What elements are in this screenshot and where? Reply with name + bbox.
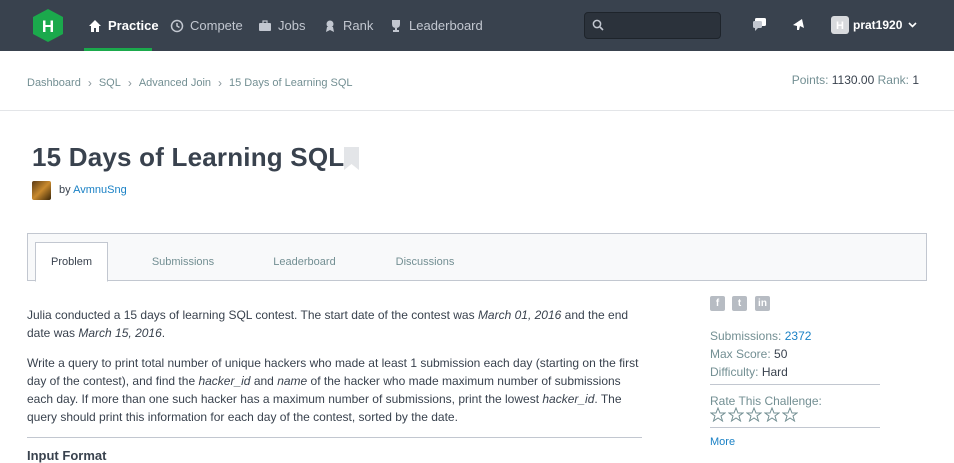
- search-icon: [592, 19, 604, 31]
- avatar: H: [831, 16, 849, 34]
- nav-jobs-label: Jobs: [278, 18, 306, 33]
- author-avatar[interactable]: [32, 181, 51, 200]
- section-divider: [27, 437, 642, 438]
- star-icon[interactable]: [746, 407, 762, 422]
- rating-stars[interactable]: [710, 407, 798, 422]
- notifications-icon[interactable]: [791, 16, 807, 32]
- max-score-stat: Max Score: 50: [710, 347, 787, 361]
- submissions-stat: Submissions: 2372: [710, 329, 811, 343]
- breadcrumb: Dashboard › SQL › Advanced Join › 15 Day…: [27, 76, 353, 90]
- submissions-link[interactable]: 2372: [785, 329, 812, 343]
- nav-compete-label: Compete: [190, 18, 243, 33]
- bookmark-icon[interactable]: [344, 147, 359, 170]
- difficulty-label: Difficulty:: [710, 365, 759, 379]
- twitter-icon[interactable]: t: [732, 296, 747, 311]
- nav-compete[interactable]: Compete: [170, 0, 243, 51]
- facebook-icon[interactable]: f: [710, 296, 725, 311]
- user-stats: Points: 1130.00 Rank: 1: [792, 73, 919, 87]
- chevron-down-icon: [908, 22, 917, 28]
- star-icon[interactable]: [728, 407, 744, 422]
- problem-paragraph: Write a query to print total number of u…: [27, 356, 639, 424]
- nav-jobs[interactable]: Jobs: [258, 0, 305, 51]
- star-icon[interactable]: [764, 407, 780, 422]
- breadcrumb-separator-icon: ›: [218, 76, 223, 90]
- breadcrumb-separator-icon: ›: [87, 76, 92, 90]
- tab-leaderboard[interactable]: Leaderboard: [258, 242, 351, 282]
- breadcrumb-bar: Dashboard › SQL › Advanced Join › 15 Day…: [0, 51, 954, 111]
- nav-practice-label: Practice: [108, 18, 159, 33]
- problem-statement: Julia conducted a 15 days of learning SQ…: [27, 306, 647, 438]
- by-label: by: [59, 184, 71, 196]
- linkedin-icon[interactable]: in: [755, 296, 770, 311]
- breadcrumb-dashboard[interactable]: Dashboard: [27, 77, 81, 89]
- byline: by AvmnuSng: [59, 184, 127, 196]
- user-menu[interactable]: H prat1920: [831, 15, 917, 35]
- svg-text:H: H: [42, 17, 54, 36]
- nav-leaderboard-label: Leaderboard: [409, 18, 483, 33]
- difficulty-value: Hard: [761, 365, 788, 379]
- max-score-label: Max Score:: [710, 347, 771, 361]
- hackerrank-logo-icon[interactable]: H: [33, 9, 63, 42]
- svg-text:H: H: [836, 20, 844, 31]
- difficulty-stat: Difficulty: Hard: [710, 365, 788, 379]
- points-value: 1130.00: [831, 73, 875, 87]
- messages-icon[interactable]: [752, 16, 768, 32]
- points-label: Points:: [791, 73, 829, 87]
- sidebar-divider: [710, 384, 880, 385]
- nav-rank[interactable]: Rank: [323, 0, 373, 51]
- nav-leaderboard[interactable]: Leaderboard: [389, 0, 483, 51]
- nav-rank-label: Rank: [343, 18, 374, 33]
- nav-practice[interactable]: Practice: [88, 0, 159, 51]
- submissions-label: Submissions:: [710, 329, 782, 343]
- page-title: 15 Days of Learning SQL: [32, 142, 345, 172]
- medal-icon: [326, 20, 334, 32]
- rank-label: Rank:: [877, 73, 909, 87]
- author-link[interactable]: AvmnuSng: [73, 184, 127, 196]
- username: prat1920: [853, 18, 903, 32]
- tab-problem[interactable]: Problem: [35, 242, 108, 282]
- tab-submissions[interactable]: Submissions: [138, 242, 228, 282]
- sidebar-divider: [710, 427, 880, 428]
- breadcrumb-separator-icon: ›: [127, 76, 132, 90]
- star-icon[interactable]: [782, 407, 798, 422]
- more-link[interactable]: More: [710, 436, 735, 448]
- problem-paragraph: Julia conducted a 15 days of learning SQ…: [27, 308, 629, 340]
- breadcrumb-current[interactable]: 15 Days of Learning SQL: [229, 77, 353, 89]
- rank-value: 1: [912, 73, 919, 87]
- tab-discussions[interactable]: Discussions: [380, 242, 470, 282]
- max-score-value: 50: [774, 347, 788, 361]
- search-input[interactable]: [584, 12, 721, 39]
- top-nav: H Practice Compete Jobs Rank Leaderboard…: [0, 0, 954, 51]
- trophy-icon: [392, 19, 400, 32]
- clock-icon: [170, 19, 184, 32]
- challenge-tabs: Problem Submissions Leaderboard Discussi…: [27, 233, 927, 282]
- rate-label: Rate This Challenge:: [710, 394, 822, 408]
- briefcase-icon: [259, 19, 271, 31]
- star-icon[interactable]: [710, 407, 726, 422]
- breadcrumb-sql[interactable]: SQL: [99, 77, 121, 89]
- breadcrumb-advanced-join[interactable]: Advanced Join: [139, 77, 211, 89]
- home-icon: [89, 19, 101, 32]
